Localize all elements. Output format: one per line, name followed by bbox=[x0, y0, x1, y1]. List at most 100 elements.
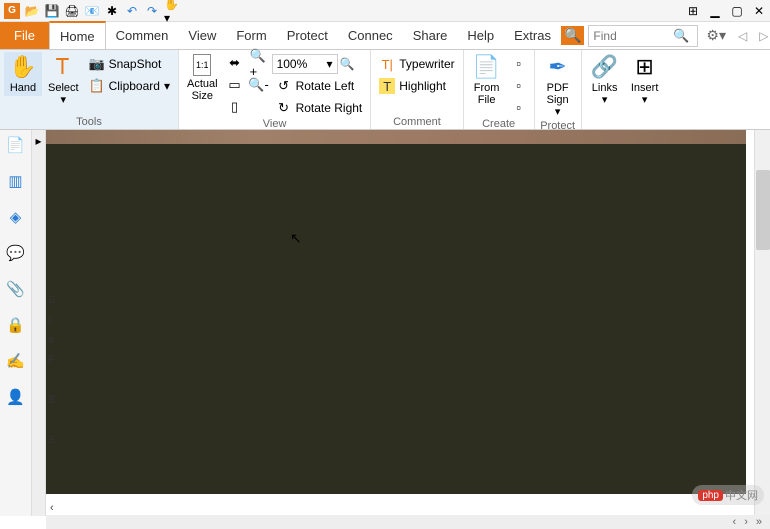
undo-icon[interactable]: ↶ bbox=[124, 3, 140, 19]
tab-view[interactable]: View bbox=[178, 22, 226, 49]
search-icon[interactable]: 🔍 bbox=[673, 28, 689, 44]
document-dark-area bbox=[46, 144, 746, 494]
actual-size-label: Actual Size bbox=[187, 78, 218, 102]
ribbon-group-links: 🔗 Links▾ ⊞ Insert▾ bbox=[582, 50, 668, 129]
actual-size-button[interactable]: 1:1 Actual Size bbox=[183, 52, 222, 104]
zoom-tool-icon[interactable]: 🔍 bbox=[340, 57, 355, 71]
clipboard-create-icon[interactable]: ▫ bbox=[510, 98, 528, 116]
watermark: php 中文网 bbox=[692, 485, 764, 505]
document-viewport[interactable]: S c a F S S ↖ bbox=[46, 130, 754, 516]
rotate-left-icon: ↺ bbox=[276, 78, 292, 94]
insert-button[interactable]: ⊞ Insert▾ bbox=[626, 52, 664, 108]
status-prev-icon[interactable]: ‹ bbox=[733, 516, 737, 528]
highlight-button[interactable]: T Highlight bbox=[375, 76, 458, 96]
close-button[interactable]: ✕ bbox=[752, 4, 766, 18]
links-button[interactable]: 🔗 Links▾ bbox=[586, 52, 624, 108]
tab-comment[interactable]: Commen bbox=[106, 22, 179, 49]
page-icon: 1:1 bbox=[193, 54, 211, 76]
snapshot-button[interactable]: 📷 SnapShot bbox=[85, 54, 174, 74]
fit-width-icon[interactable]: ▭ bbox=[226, 76, 244, 94]
title-bar: G 📂 💾 🖨 📧 ✱ ↶ ↷ ✋▾ ⊞ ▁ ▢ ✕ bbox=[0, 0, 770, 22]
share-icon[interactable]: 👤 bbox=[7, 388, 25, 406]
quick-access-toolbar: G 📂 💾 🖨 📧 ✱ ↶ ↷ ✋▾ bbox=[4, 3, 180, 19]
highlight-icon: T bbox=[379, 78, 395, 94]
window-controls: ⊞ ▁ ▢ ✕ bbox=[686, 4, 766, 18]
zoom-select[interactable]: 100% ▾ bbox=[272, 54, 338, 74]
scroll-left-button[interactable]: ‹ bbox=[50, 502, 54, 514]
pdf-sign-button[interactable]: ✒ PDF Sign▾ bbox=[539, 52, 577, 120]
side-panel: 📄 ▥ ◈ 💬 📎 🔒 ✍ 👤 bbox=[0, 130, 32, 516]
insert-icon: ⊞ bbox=[635, 54, 653, 80]
comments-icon[interactable]: 💬 bbox=[7, 244, 25, 262]
search-toggle-icon[interactable]: 🔍 bbox=[561, 26, 584, 45]
typewriter-button[interactable]: T| Typewriter bbox=[375, 54, 458, 74]
clipboard-icon: 📋 bbox=[89, 78, 105, 94]
chevron-down-icon: ▾ bbox=[327, 57, 333, 71]
select-button[interactable]: Ꭲ Select▾ bbox=[44, 52, 83, 108]
scrollbar-thumb[interactable] bbox=[756, 170, 770, 250]
maximize-button[interactable]: ▢ bbox=[730, 4, 744, 18]
snapshot-label: SnapShot bbox=[109, 57, 162, 71]
status-bar: ‹ › » bbox=[46, 515, 770, 529]
open-icon[interactable]: 📂 bbox=[24, 3, 40, 19]
next-icon[interactable]: ▷ bbox=[755, 29, 770, 43]
horizontal-scroll-row: ‹ bbox=[46, 501, 770, 515]
fit-page-icon[interactable]: ⬌ bbox=[226, 54, 244, 72]
print-icon[interactable]: 🖨 bbox=[64, 3, 80, 19]
email-icon[interactable]: 📧 bbox=[84, 3, 100, 19]
save-icon[interactable]: 💾 bbox=[44, 3, 60, 19]
new-icon[interactable]: ✱ bbox=[104, 3, 120, 19]
zoom-out-icon[interactable]: 🔍- bbox=[250, 76, 268, 94]
tab-form[interactable]: Form bbox=[226, 22, 276, 49]
fit-visible-icon[interactable]: ▯ bbox=[226, 98, 244, 116]
tab-extras[interactable]: Extras bbox=[504, 22, 561, 49]
rotate-right-button[interactable]: ↻ Rotate Right bbox=[272, 98, 367, 118]
scanner-icon[interactable]: ▫ bbox=[510, 76, 528, 94]
panel-expand-button[interactable]: ▸ bbox=[32, 130, 46, 516]
pages-icon[interactable]: ▥ bbox=[7, 172, 25, 190]
attachments-icon[interactable]: 📎 bbox=[7, 280, 25, 298]
app-icon: G bbox=[4, 3, 20, 19]
zoom-in-icon[interactable]: 🔍+ bbox=[250, 54, 268, 72]
main-area: 📄 ▥ ◈ 💬 📎 🔒 ✍ 👤 ▸ S c a F S S ↖ bbox=[0, 130, 770, 516]
file-tab[interactable]: File bbox=[0, 22, 49, 49]
signatures-icon[interactable]: ✍ bbox=[7, 352, 25, 370]
minimize-button[interactable]: ▁ bbox=[708, 4, 722, 18]
tab-protect[interactable]: Protect bbox=[277, 22, 338, 49]
ribbon-group-tools: ✋ Hand Ꭲ Select▾ 📷 SnapShot 📋 Clipboard … bbox=[0, 50, 179, 129]
clipboard-button[interactable]: 📋 Clipboard ▾ bbox=[85, 76, 174, 96]
hand-label: Hand bbox=[10, 82, 36, 94]
select-label: Select▾ bbox=[48, 82, 79, 106]
clipboard-label: Clipboard bbox=[109, 79, 160, 93]
tab-help[interactable]: Help bbox=[457, 22, 504, 49]
ribbon: ✋ Hand Ꭲ Select▾ 📷 SnapShot 📋 Clipboard … bbox=[0, 50, 770, 130]
status-next-icon[interactable]: › bbox=[744, 516, 748, 528]
select-icon: Ꭲ bbox=[57, 54, 70, 80]
prev-icon[interactable]: ◁ bbox=[734, 29, 751, 43]
tab-share[interactable]: Share bbox=[403, 22, 458, 49]
chevron-down-icon: ▾ bbox=[164, 79, 170, 93]
ribbon-group-create: 📄 From File ▫ ▫ ▫ Create bbox=[464, 50, 535, 129]
tab-connect[interactable]: Connec bbox=[338, 22, 403, 49]
bookmarks-icon[interactable]: 📄 bbox=[7, 136, 25, 154]
pen-icon: ✒ bbox=[548, 54, 566, 80]
hand-tool-icon[interactable]: ✋▾ bbox=[164, 3, 180, 19]
layout-icon[interactable]: ⊞ bbox=[686, 4, 700, 18]
layers-icon[interactable]: ◈ bbox=[7, 208, 25, 226]
search-input[interactable] bbox=[593, 29, 673, 43]
redo-icon[interactable]: ↷ bbox=[144, 3, 160, 19]
highlight-label: Highlight bbox=[399, 79, 446, 93]
vertical-scrollbar[interactable] bbox=[754, 130, 770, 516]
find-box[interactable]: 🔍 bbox=[588, 25, 698, 47]
blank-icon[interactable]: ▫ bbox=[510, 54, 528, 72]
watermark-tag: php bbox=[698, 490, 723, 501]
security-icon[interactable]: 🔒 bbox=[7, 316, 25, 334]
rotate-left-button[interactable]: ↺ Rotate Left bbox=[272, 76, 367, 96]
status-end-icon[interactable]: » bbox=[756, 516, 762, 528]
from-file-button[interactable]: 📄 From File bbox=[468, 52, 506, 108]
rotate-right-label: Rotate Right bbox=[296, 101, 363, 115]
ribbon-group-comment: T| Typewriter T Highlight Comment bbox=[371, 50, 463, 129]
hand-button[interactable]: ✋ Hand bbox=[4, 52, 42, 96]
tab-home[interactable]: Home bbox=[49, 21, 106, 49]
settings-icon[interactable]: ⚙▾ bbox=[702, 27, 730, 44]
